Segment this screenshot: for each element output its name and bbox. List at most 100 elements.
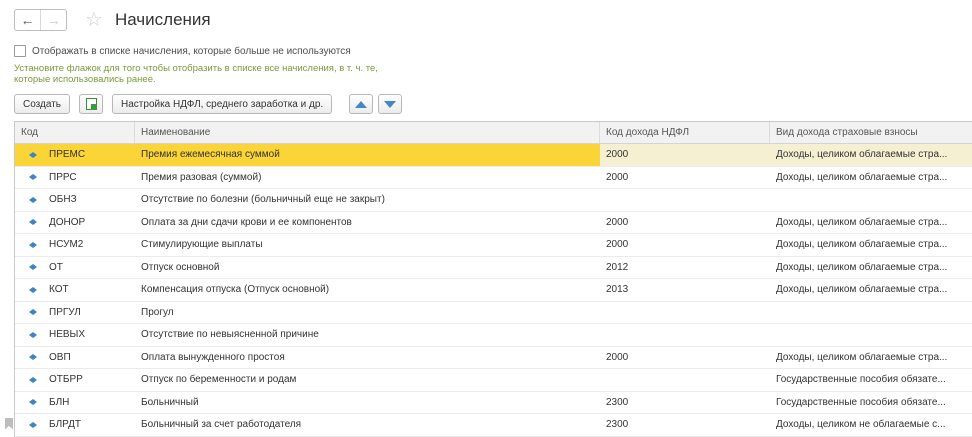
move-down-button[interactable] — [378, 94, 403, 114]
cell-code: НЕВЫХ — [15, 324, 135, 346]
cell-insurance-kind: Доходы, целиком облагаемые стра... — [776, 351, 948, 363]
cell-name: Оплата вынужденного простоя — [141, 351, 285, 363]
code-text: ОТБРР — [49, 374, 83, 386]
table-row[interactable]: ПРГУЛ Прогул — [15, 302, 972, 324]
cell-code: ОВП — [15, 347, 135, 369]
code-text: ДОНОР — [49, 216, 86, 228]
create-button[interactable]: Создать — [14, 94, 71, 114]
table-row[interactable]: ПРРС Премия разовая (суммой) 2000 Доходы, ц… — [15, 167, 972, 189]
code-text: ОТ — [49, 261, 63, 273]
table-row[interactable]: БЛРДТ Больничный за счет работодателя 2300… — [15, 414, 972, 437]
accrual-item-icon — [25, 399, 41, 406]
code-text: ПРЕМС — [49, 149, 86, 161]
cell-code: КОТ — [15, 279, 135, 301]
cell-name: Больничный за счет работодателя — [141, 419, 302, 431]
cell-name: Отсутствие по болезни (больничный еще не… — [141, 194, 385, 206]
show-unused-checkbox[interactable] — [14, 45, 26, 57]
table-header: Код Наименование Код дохода НДФЛ Вид дох… — [15, 122, 972, 144]
cell-name: Стимулирующие выплаты — [141, 239, 263, 251]
accrual-item-icon — [25, 241, 41, 248]
accrual-item-icon — [25, 421, 41, 428]
column-header-code[interactable]: Код — [15, 122, 135, 143]
cell-insurance-kind: Доходы, целиком облагаемые стра... — [776, 284, 948, 296]
arrow-left-icon: ← — [20, 12, 35, 28]
cell-insurance-kind: Государственные пособия обязате... — [776, 396, 946, 408]
code-text: НЕВЫХ — [49, 329, 86, 341]
cell-code: БЛРДТ — [15, 414, 135, 436]
forward-button[interactable]: → — [40, 10, 66, 30]
accrual-item-icon — [25, 331, 41, 338]
move-up-button[interactable] — [349, 94, 374, 114]
cell-insurance-kind: Доходы, целиком облагаемые стра... — [776, 171, 948, 183]
cell-ndfl-code — [600, 369, 770, 391]
cell-ndfl-code: 2300 — [606, 419, 629, 431]
toolbar: Создать Настройка НДФЛ, среднего заработ… — [14, 94, 407, 114]
column-header-ndfl-code[interactable]: Код дохода НДФЛ — [600, 122, 770, 143]
cell-name: Отпуск по беременности и родам — [141, 374, 297, 386]
copy-button[interactable] — [79, 94, 104, 114]
cell-insurance-kind — [770, 324, 972, 346]
code-text: ПРГУЛ — [49, 306, 81, 318]
accrual-item-icon — [25, 174, 41, 181]
header: ← → ☆ Начисления — [14, 8, 211, 32]
accrual-item-icon — [25, 354, 41, 361]
table-row[interactable]: ОТБРР Отпуск по беременности и родам Госуд… — [15, 369, 972, 392]
cell-ndfl-code: 2000 — [606, 351, 629, 363]
cell-name: Премия ежемесячная суммой — [135, 144, 600, 166]
accrual-item-icon — [25, 219, 41, 226]
cell-ndfl-code: 2000 — [606, 171, 629, 183]
star-icon[interactable]: ☆ — [85, 10, 103, 30]
table-row[interactable]: ОТ Отпуск основной 2012 Доходы, целиком обл… — [15, 257, 972, 279]
cell-name: Отсутствие по невыясненной причине — [141, 329, 319, 341]
cell-insurance-kind — [770, 302, 972, 324]
cell-code: ОБНЗ — [15, 189, 135, 211]
cell-name: Больничный — [141, 396, 199, 408]
code-text: БЛН — [49, 396, 70, 408]
cell-insurance-kind — [770, 189, 972, 211]
cell-code: ДОНОР — [15, 212, 135, 234]
table-row[interactable]: ПРЕМС Премия ежемесячная суммой 2000 Доходы… — [15, 144, 972, 167]
cell-ndfl-code: 2000 — [600, 144, 770, 166]
cell-ndfl-code — [600, 324, 770, 346]
code-text: ОВП — [49, 351, 71, 363]
table-row[interactable]: ОБНЗ Отсутствие по болезни (больничный ещ… — [15, 189, 972, 212]
table-row[interactable]: БЛН Больничный 2300 Государственные пособия… — [15, 392, 972, 414]
table-row[interactable]: НСУМ2 Стимулирующие выплаты 2000 Доходы, це… — [15, 234, 972, 257]
cell-code: ПРЕМС — [15, 144, 135, 166]
cell-ndfl-code — [600, 189, 770, 211]
bookmark-icon — [5, 417, 13, 430]
cell-ndfl-code: 2012 — [606, 261, 629, 273]
accrual-item-icon — [25, 151, 41, 158]
back-button[interactable]: ← — [15, 10, 40, 30]
code-text: КОТ — [49, 284, 69, 296]
cell-name: Компенсация отпуска (Отпуск основной) — [141, 284, 330, 296]
show-unused-row: Отображать в списке начисления, которые … — [14, 45, 351, 57]
cell-code: НСУМ2 — [15, 234, 135, 256]
cell-ndfl-code: 2000 — [606, 216, 629, 228]
cell-insurance-kind: Доходы, целиком не облагаемые с... — [776, 419, 946, 431]
cell-name: Премия разовая (суммой) — [141, 171, 262, 183]
table-row[interactable]: ОВП Оплата вынужденного простоя 2000 Доходы… — [15, 347, 972, 369]
column-header-name[interactable]: Наименование — [135, 122, 600, 143]
bookmark-button[interactable] — [0, 414, 18, 433]
cell-code: ОТ — [15, 257, 135, 279]
cell-code: ОТБРР — [15, 369, 135, 391]
settings-button[interactable]: Настройка НДФЛ, среднего заработка и др. — [112, 94, 333, 114]
arrow-right-icon: → — [46, 12, 61, 28]
arrow-up-icon — [355, 100, 368, 108]
cell-insurance-kind: Доходы, целиком облагаемые стра... — [776, 216, 948, 228]
cell-code: БЛН — [15, 392, 135, 414]
table-row[interactable]: ДОНОР Оплата за дни сдачи крови и ее комп… — [15, 212, 972, 234]
column-header-insurance-kind[interactable]: Вид дохода страховые взносы — [770, 122, 972, 143]
copy-document-icon — [85, 98, 97, 110]
cell-ndfl-code — [600, 302, 770, 324]
show-unused-label[interactable]: Отображать в списке начисления, которые … — [32, 46, 351, 57]
table-row[interactable]: НЕВЫХ Отсутствие по невыясненной причине — [15, 324, 972, 347]
code-text: БЛРДТ — [49, 419, 82, 431]
table-row[interactable]: КОТ Компенсация отпуска (Отпуск основной)… — [15, 279, 972, 302]
cell-insurance-kind: Государственные пособия обязате... — [776, 374, 946, 386]
code-text: ОБНЗ — [49, 194, 77, 206]
table-body: ПРЕМС Премия ежемесячная суммой 2000 Доходы… — [15, 144, 972, 437]
accrual-item-icon — [25, 196, 41, 203]
arrow-down-icon — [384, 100, 397, 108]
